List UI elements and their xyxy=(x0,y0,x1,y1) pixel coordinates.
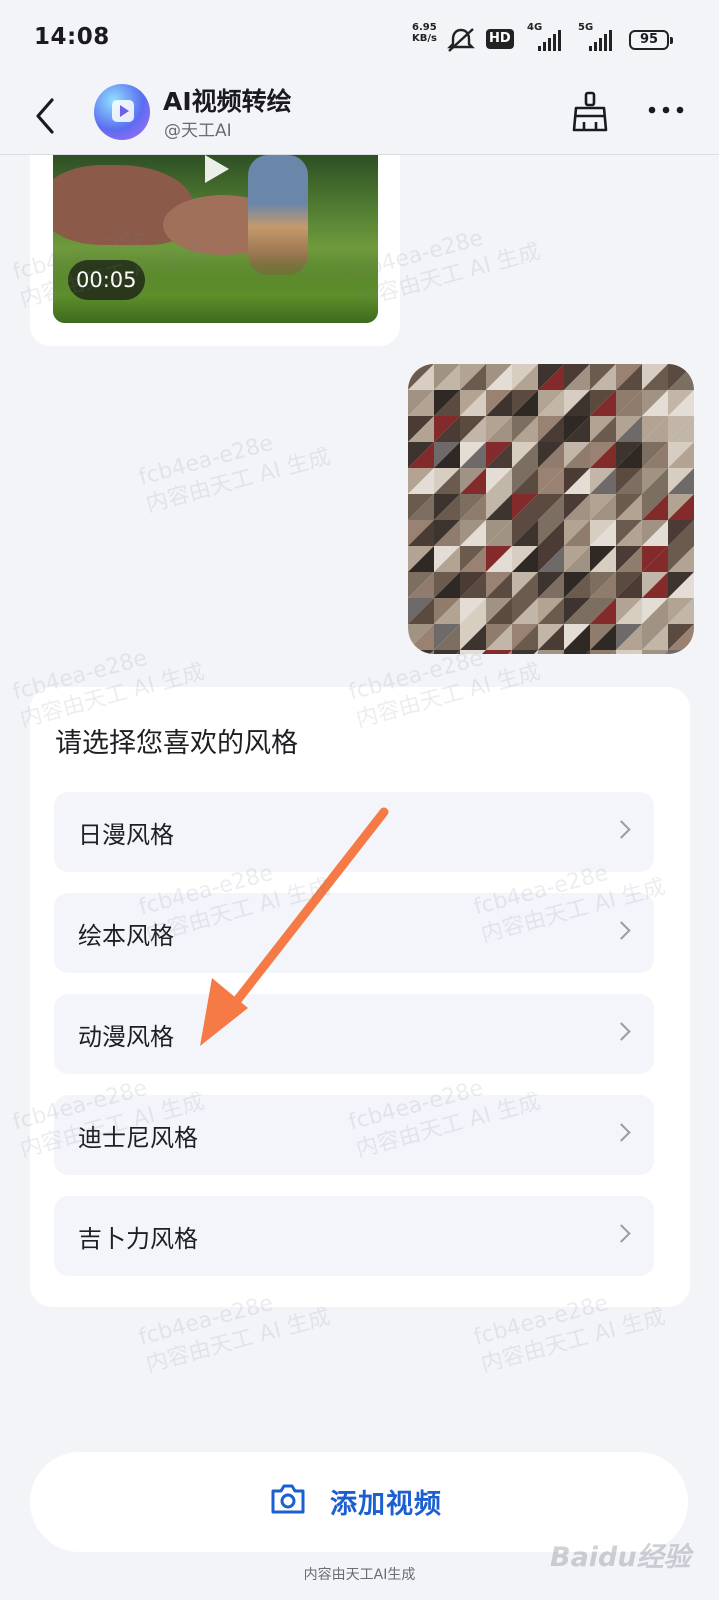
mosaic-tile xyxy=(642,650,668,654)
watermark: fcb4ea-e28e内容由天工 AI 生成 xyxy=(136,430,334,518)
style-option-label: 迪士尼风格 xyxy=(78,1124,198,1152)
style-option-ghibli[interactable]: 吉卜力风格 xyxy=(54,1196,654,1276)
style-option-anime[interactable]: 动漫风格 xyxy=(54,994,654,1074)
style-option-picture-book[interactable]: 绘本风格 xyxy=(54,893,654,973)
chevron-right-icon xyxy=(612,1224,631,1243)
more-icon[interactable] xyxy=(646,98,686,122)
video-duration: 00:05 xyxy=(68,260,145,300)
style-option-label: 绘本风格 xyxy=(78,922,174,950)
signal-icon xyxy=(538,30,561,51)
baidu-watermark: Baidu经验 xyxy=(550,1542,691,1573)
mosaic-pattern xyxy=(408,364,694,654)
back-arrow-icon[interactable] xyxy=(30,94,70,138)
app-handle: @天工AI xyxy=(164,121,232,141)
style-option-label: 动漫风格 xyxy=(78,1023,174,1051)
mosaic-tile xyxy=(668,650,694,654)
chevron-right-icon xyxy=(612,1022,631,1041)
mosaic-tile xyxy=(590,650,616,654)
chevron-right-icon xyxy=(612,820,631,839)
battery-icon: 95 xyxy=(629,30,673,50)
pixelated-image[interactable] xyxy=(408,364,694,654)
net-speed-value: 6.95 xyxy=(412,22,437,33)
app-logo[interactable] xyxy=(94,84,150,140)
mosaic-tile xyxy=(408,650,434,654)
mosaic-tile xyxy=(460,650,486,654)
add-video-label: 添加视频 xyxy=(330,1489,442,1520)
mosaic-tile xyxy=(564,650,590,654)
style-prompt: 请选择您喜欢的风格 xyxy=(55,728,298,759)
signal-icon xyxy=(589,30,612,51)
chevron-right-icon xyxy=(612,921,631,940)
mosaic-tile xyxy=(616,650,642,654)
style-option-label: 日漫风格 xyxy=(78,821,174,849)
camera-icon xyxy=(271,1484,305,1514)
mosaic-tile xyxy=(486,650,512,654)
mosaic-tile xyxy=(512,650,538,654)
mosaic-tile xyxy=(538,650,564,654)
style-picker-card: 请选择您喜欢的风格 日漫风格 绘本风格 动漫风格 迪士尼风格 吉卜力风格 xyxy=(30,687,690,1307)
video-thumbnail[interactable]: 00:05 xyxy=(53,155,378,323)
mute-icon xyxy=(447,28,475,52)
net-speed-unit: KB/s xyxy=(412,33,437,44)
style-option-disney[interactable]: 迪士尼风格 xyxy=(54,1095,654,1175)
net-speed: 6.95 KB/s xyxy=(412,22,437,44)
video-message: 00:05 xyxy=(30,150,400,346)
app-title: AI视频转绘 xyxy=(163,87,292,116)
chat-header: AI视频转绘 @天工AI xyxy=(0,80,719,155)
chevron-right-icon xyxy=(612,1123,631,1142)
mosaic-tile xyxy=(434,650,460,654)
hd-badge: HD xyxy=(486,29,514,49)
status-bar: 14:08 6.95 KB/s HD 4G 5G 95 xyxy=(0,0,719,80)
broom-icon[interactable] xyxy=(570,90,610,134)
style-option-label: 吉卜力风格 xyxy=(78,1225,198,1253)
play-icon xyxy=(205,155,229,183)
status-time: 14:08 xyxy=(34,24,110,50)
style-option-japanese-anime[interactable]: 日漫风格 xyxy=(54,792,654,872)
